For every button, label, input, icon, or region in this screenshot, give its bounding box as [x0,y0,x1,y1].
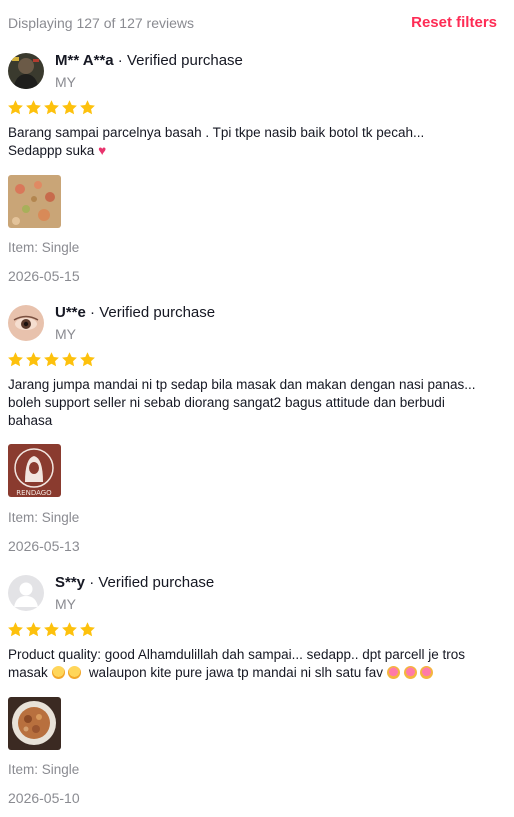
kiss-face-emoji-icon [386,666,400,679]
star-icon [44,100,59,115]
review-item: M** A**a · Verified purchase MY Barang s… [0,46,514,296]
star-icon [8,352,23,367]
review-text-fragment: masak [8,665,48,680]
star-rating [7,621,96,638]
reviewer-name-line: S**y · Verified purchase [55,574,214,591]
star-icon [62,352,77,367]
hugging-face-emoji-icon [51,666,65,679]
default-avatar-icon [8,575,44,611]
reviewer-country: MY [55,326,76,342]
food-photo-image [8,175,61,228]
review-text-fragment: Sedappp suka [8,143,95,158]
review-text: Product quality: good Alhamdulillah dah … [8,646,508,682]
avatar-image [8,53,44,89]
item-variant: Item: Single [8,510,80,525]
star-icon [62,622,77,637]
star-icon [8,622,23,637]
star-icon [26,622,41,637]
reviewer-name-line: U**e · Verified purchase [55,304,215,321]
review-text-line: boleh support seller ni sebab diorang sa… [8,395,445,410]
reviews-header: Displaying 127 of 127 reviews Reset filt… [0,0,514,46]
brand-logo-image: RENDAGO [8,444,61,497]
reviewer-country: MY [55,596,76,612]
verified-purchase-label: · Verified purchase [85,574,215,591]
reviewer-avatar[interactable] [8,575,44,611]
star-icon [44,352,59,367]
star-rating [7,99,96,116]
review-text-line: bahasa [8,413,53,428]
review-photo[interactable] [8,697,61,750]
review-date: 2026-05-15 [8,268,80,284]
review-text-fragment: walaupon kite pure jawa tp mandai ni slh… [88,665,383,680]
star-rating [7,351,96,368]
food-photo-image [8,697,61,750]
item-variant: Item: Single [8,240,80,255]
kiss-face-emoji-icon [420,666,434,679]
verified-purchase-label: · Verified purchase [113,52,243,69]
star-icon [80,352,95,367]
review-date: 2026-05-10 [8,790,80,806]
review-text: Jarang jumpa mandai ni tp sedap bila mas… [8,376,508,430]
review-item: S**y · Verified purchase MY Product qual… [0,568,514,817]
star-icon [8,100,23,115]
avatar-image [8,305,44,341]
star-icon [26,100,41,115]
review-text-line: Jarang jumpa mandai ni tp sedap bila mas… [8,377,476,392]
review-photo[interactable] [8,175,61,228]
star-icon [26,352,41,367]
reviewer-name: M** A**a [55,52,114,69]
reviewer-name-line: M** A**a · Verified purchase [55,52,243,69]
reviewer-country: MY [55,74,76,90]
review-count: Displaying 127 of 127 reviews [8,15,194,31]
kiss-face-emoji-icon [403,666,417,679]
star-icon [80,622,95,637]
reviewer-name: U**e [55,304,86,321]
review-text-line: Sedappp suka ♥ [8,142,508,160]
star-icon [62,100,77,115]
star-icon [44,622,59,637]
logo-caption: RENDAGO [16,489,52,497]
reviewer-avatar[interactable] [8,53,44,89]
reviewer-avatar[interactable] [8,305,44,341]
review-item: U**e · Verified purchase MY Jarang jumpa… [0,298,514,566]
verified-purchase-label: · Verified purchase [85,304,216,321]
review-text: Barang sampai parcelnya basah . Tpi tkpe… [8,124,508,160]
review-photo[interactable]: RENDAGO [8,444,61,497]
review-text-line: Barang sampai parcelnya basah . Tpi tkpe… [8,125,425,140]
reviewer-name: S**y [55,574,86,591]
review-text-line: Product quality: good Alhamdulillah dah … [8,647,466,662]
review-text-line: masak walaupon kite pure jawa tp mandai … [8,664,508,682]
review-date: 2026-05-13 [8,538,80,554]
hugging-face-emoji-icon [68,666,82,679]
heart-emoji-icon: ♥ [98,143,107,158]
reset-filters-button[interactable]: Reset filters [411,14,497,31]
star-icon [80,100,95,115]
item-variant: Item: Single [8,762,80,777]
